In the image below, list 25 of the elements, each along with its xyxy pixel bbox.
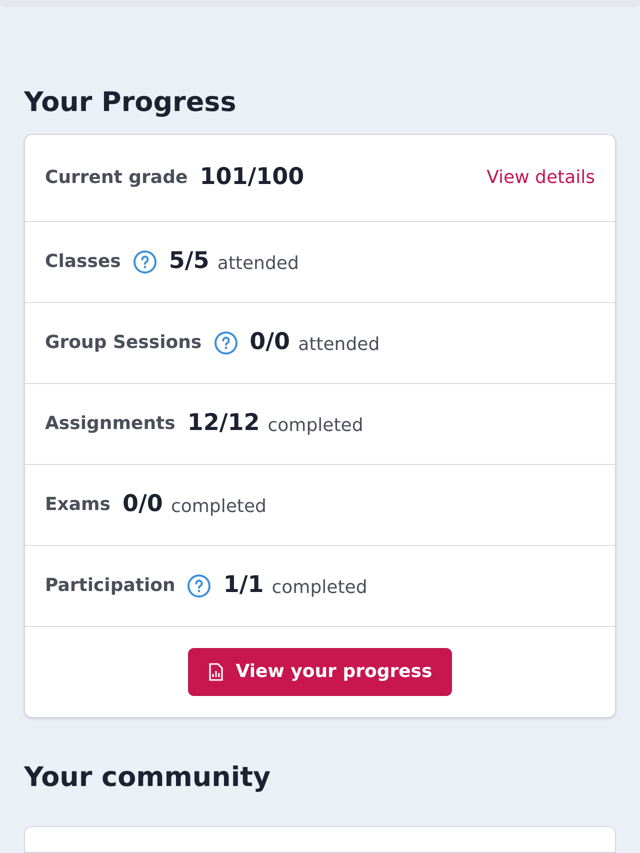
section-title: Your Progress	[24, 86, 238, 120]
section-title: Your community	[24, 760, 272, 795]
row-label: Exams	[45, 493, 111, 518]
report-icon	[208, 662, 224, 681]
row-suffix: attended	[298, 333, 380, 358]
row-label: Current grade	[45, 166, 188, 190]
row-suffix: completed	[268, 414, 364, 438]
help-icon[interactable]	[187, 574, 212, 598]
row-suffix: completed	[170, 495, 266, 520]
row-label: Participation	[45, 574, 176, 598]
view-progress-button[interactable]: View your progress	[188, 648, 452, 696]
row-label: Assignments	[45, 412, 176, 436]
row-value: 12/12	[187, 409, 260, 438]
row-suffix: completed	[272, 576, 368, 600]
row-value: 101/100	[200, 163, 304, 192]
row-value: 5/5	[168, 247, 210, 276]
row-suffix: attended	[217, 252, 299, 276]
row-value: 0/0	[250, 328, 290, 358]
row-label: Group Sessions	[45, 331, 202, 356]
help-icon[interactable]	[214, 330, 238, 355]
row-value: 1/1	[223, 571, 264, 600]
view-details-link[interactable]: View details	[486, 164, 595, 192]
row-value: 0/0	[122, 490, 163, 520]
row-label: Classes	[45, 250, 121, 274]
help-icon[interactable]	[132, 250, 157, 274]
